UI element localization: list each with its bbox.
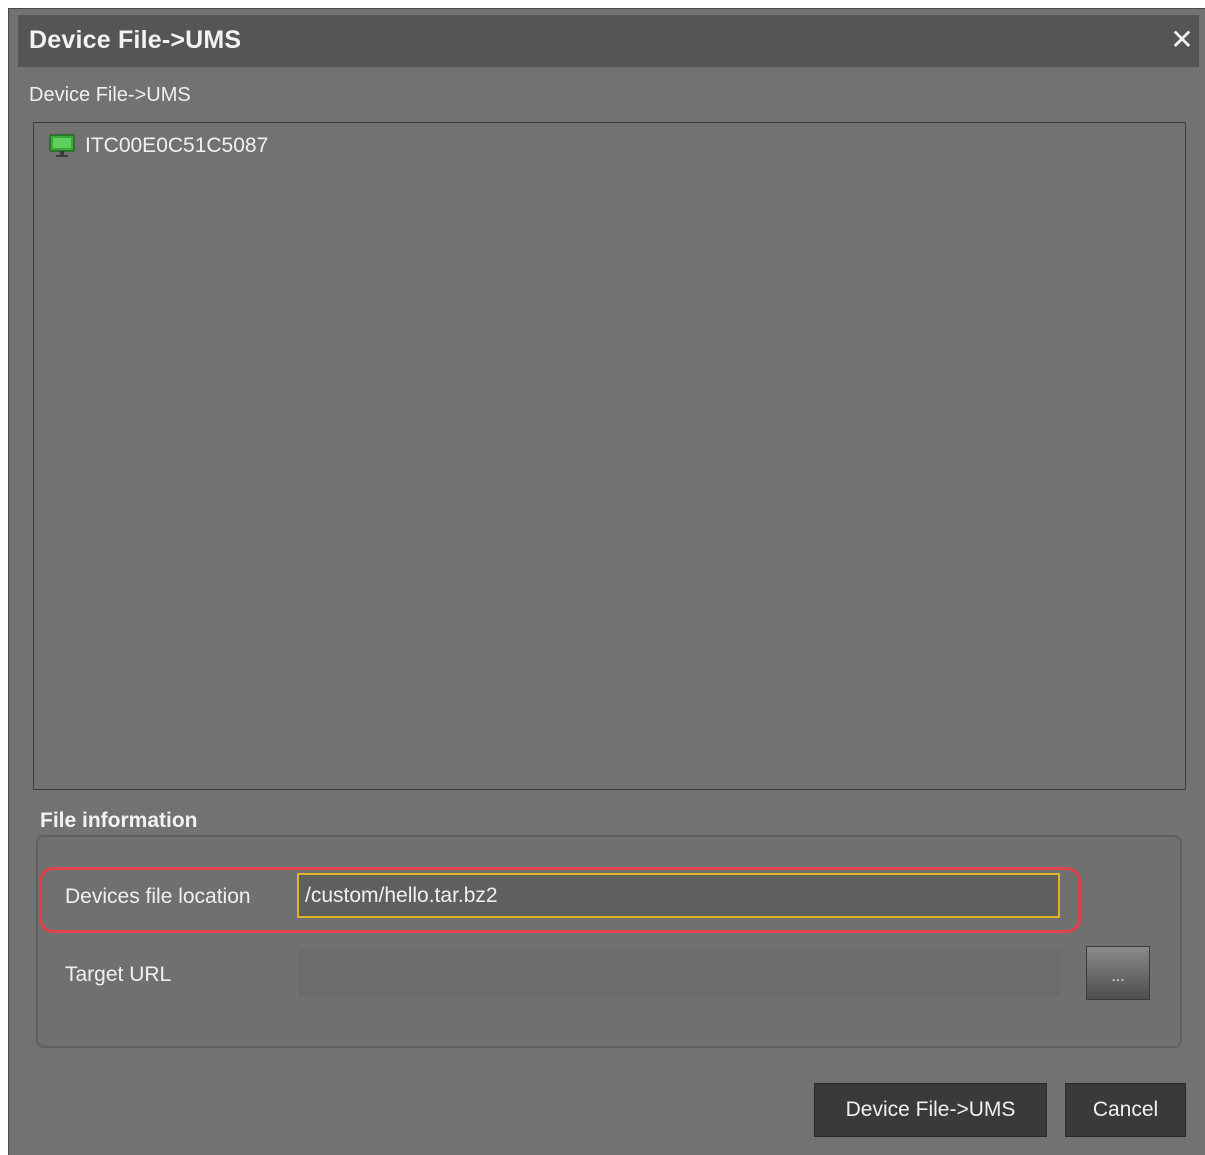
device-name: ITC00E0C51C5087: [85, 134, 269, 157]
dialog-subtitle: Device File->UMS: [29, 84, 191, 106]
devices-file-location-input[interactable]: [297, 873, 1060, 918]
file-information-heading: File information: [40, 809, 198, 832]
title-bar: Device File->UMS ✕: [18, 15, 1199, 67]
monitor-icon: [49, 134, 75, 157]
device-file-to-ums-button[interactable]: Device File->UMS: [814, 1083, 1047, 1137]
cancel-button[interactable]: Cancel: [1065, 1083, 1186, 1137]
dialog-title: Device File->UMS: [29, 26, 242, 54]
device-list[interactable]: ITC00E0C51C5087: [33, 122, 1186, 790]
list-item[interactable]: ITC00E0C51C5087: [48, 132, 268, 160]
browse-button[interactable]: ...: [1086, 946, 1150, 1000]
close-icon[interactable]: ✕: [1169, 26, 1195, 54]
dialog-window: Device File->UMS ✕ Device File->UMS ITC0…: [8, 8, 1205, 1155]
target-url-input[interactable]: [299, 950, 1059, 996]
target-url-label: Target URL: [65, 963, 172, 986]
devices-file-location-label: Devices file location: [65, 885, 251, 908]
